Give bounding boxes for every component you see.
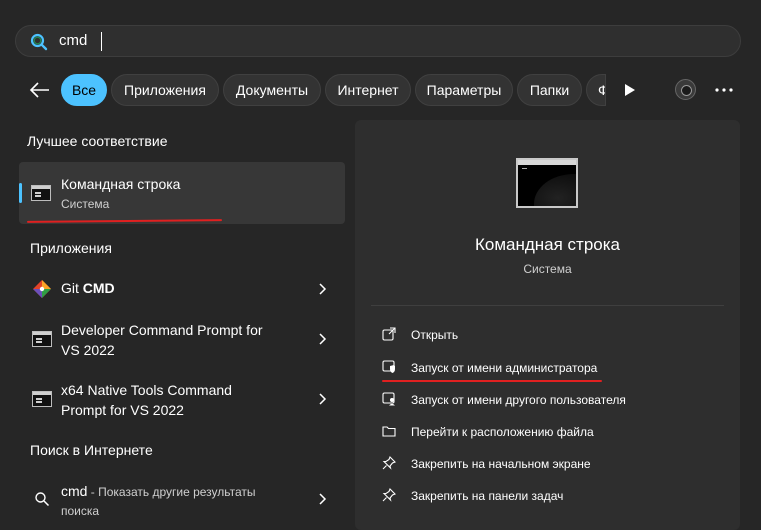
app-item-line2: VS 2022 — [61, 342, 115, 358]
red-underline-admin — [382, 380, 602, 382]
app-item-git-cmd[interactable]: Git CMD — [19, 270, 345, 306]
more-options-icon[interactable] — [712, 80, 736, 100]
web-search-header: Поиск в Интернете — [30, 442, 153, 458]
app-item-line1: Developer Command Prompt for — [61, 322, 263, 338]
folder-icon — [382, 426, 396, 437]
filter-photos-partial[interactable]: Ф — [586, 74, 606, 106]
best-match-subtitle: Система — [61, 197, 110, 211]
web-suffix: - Показать другие результаты — [87, 485, 256, 499]
details-title: Командная строка — [474, 235, 621, 254]
filter-settings[interactable]: Параметры — [415, 74, 513, 106]
user-switch-icon — [382, 392, 395, 406]
filter-all[interactable]: Все — [61, 74, 107, 106]
app-item-x64-native-tools[interactable]: x64 Native Tools Command Prompt for VS 2… — [19, 378, 345, 422]
details-panel: Командная строка Система Открыть Запуск … — [355, 120, 740, 530]
git-cmd-match: CMD — [82, 280, 115, 296]
action-label: Запуск от имени администратора — [411, 361, 598, 375]
best-match-item[interactable]: Командная строка Система — [19, 162, 345, 224]
action-label: Перейти к расположению файла — [411, 425, 594, 439]
action-label: Закрепить на панели задач — [411, 489, 564, 503]
filter-folders[interactable]: Папки — [517, 74, 582, 106]
git-cmd-icon — [33, 280, 51, 298]
chevron-right-icon[interactable] — [317, 392, 327, 406]
app-item-developer-command-prompt[interactable]: Developer Command Prompt for VS 2022 — [19, 318, 345, 362]
action-label: Запуск от имени другого пользователя — [411, 393, 626, 407]
apps-header: Приложения — [30, 240, 112, 256]
search-bar[interactable]: cmd — [15, 25, 741, 57]
avatar[interactable] — [675, 79, 696, 100]
app-item-line1: x64 Native Tools Command — [61, 382, 232, 398]
pin-icon — [382, 488, 396, 502]
command-prompt-icon — [32, 331, 52, 347]
back-arrow-icon[interactable] — [27, 78, 53, 102]
command-prompt-icon — [31, 185, 51, 201]
filter-documents[interactable]: Документы — [223, 74, 321, 106]
app-item-line2: Prompt for VS 2022 — [61, 402, 184, 418]
search-icon — [35, 492, 50, 507]
web-search-item[interactable]: cmd - Показать другие результаты поиска — [19, 478, 345, 522]
web-query: cmd — [61, 483, 88, 499]
admin-shield-icon — [382, 360, 395, 373]
search-input[interactable]: cmd — [59, 32, 87, 49]
text-caret — [101, 32, 102, 51]
search-icon — [30, 33, 48, 51]
selection-indicator — [19, 183, 22, 203]
command-prompt-icon — [32, 391, 52, 407]
filter-internet[interactable]: Интернет — [325, 74, 411, 106]
best-match-header: Лучшее соответствие — [27, 133, 168, 149]
scroll-filters-right-icon[interactable] — [619, 80, 639, 100]
chevron-right-icon[interactable] — [317, 332, 327, 346]
action-label: Закрепить на начальном экране — [411, 457, 591, 471]
command-prompt-large-icon — [516, 158, 578, 208]
pin-icon — [382, 456, 396, 470]
git-cmd-prefix: Git — [61, 280, 83, 296]
chevron-right-icon[interactable] — [317, 492, 327, 506]
details-subtitle: Система — [523, 262, 572, 276]
filter-apps[interactable]: Приложения — [111, 74, 219, 106]
best-match-title: Командная строка — [61, 176, 181, 192]
chevron-right-icon[interactable] — [317, 282, 327, 296]
web-line2: поиска — [61, 504, 100, 518]
action-label: Открыть — [411, 328, 459, 342]
divider — [371, 305, 724, 306]
open-external-icon — [382, 327, 396, 341]
